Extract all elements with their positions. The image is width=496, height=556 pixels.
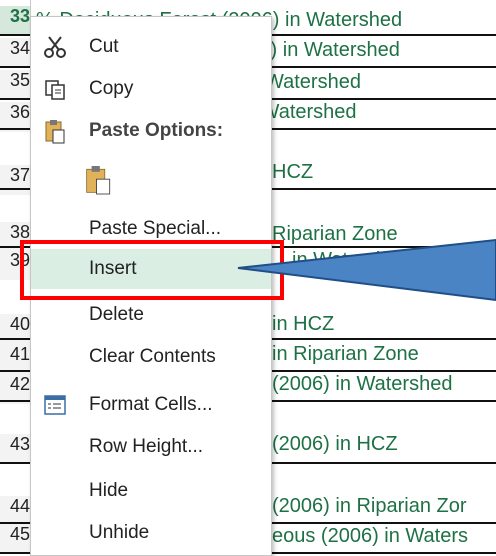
menu-label-paste-options: Paste Options: (89, 120, 224, 141)
row-header-37[interactable]: 37 (0, 165, 30, 195)
cell-row-40[interactable]: in HCZ (272, 312, 496, 336)
cell-row-42[interactable]: (2006) in Watershed (272, 372, 496, 396)
cell-row-38[interactable]: Riparian Zone (272, 222, 496, 246)
row-header-45[interactable]: 45 (0, 524, 30, 554)
insert-highlight-box (20, 240, 284, 300)
cell-row-45[interactable]: eous (2006) in Waters (272, 524, 496, 548)
cell-row-44[interactable]: (2006) in Riparian Zor (272, 494, 496, 518)
format-cells-icon (41, 391, 69, 419)
clipboard-paste-icon (85, 166, 113, 195)
paste-button[interactable] (31, 157, 271, 203)
menu-item-cut[interactable]: Cut (31, 27, 271, 67)
menu-label-format-cells: Format Cells... (89, 394, 213, 415)
cell-row-41[interactable]: in Riparian Zone (272, 342, 496, 366)
menu-item-hide[interactable]: Hide (31, 471, 271, 511)
copy-icon (41, 75, 69, 103)
row-header-43[interactable]: 43 (0, 434, 30, 464)
menu-label-row-height: Row Height... (89, 436, 204, 457)
menu-item-copy[interactable]: Copy (31, 69, 271, 109)
menu-label-hide: Hide (89, 480, 129, 501)
menu-item-unhide[interactable]: Unhide (31, 513, 271, 553)
menu-section-paste-options: Paste Options: (31, 111, 271, 151)
cell-row-39[interactable]: in Watershed (292, 248, 496, 272)
menu-item-clear-contents[interactable]: Clear Contents (31, 337, 271, 377)
clipboard-icon (41, 117, 69, 145)
menu-item-format-cells[interactable]: Format Cells... (31, 385, 271, 425)
row-header-35[interactable]: 35 (0, 70, 30, 100)
menu-label-copy: Copy (89, 78, 134, 99)
menu-label-paste-special: Paste Special... (89, 218, 222, 239)
scissors-icon (41, 33, 69, 61)
menu-label-cut: Cut (89, 36, 119, 57)
menu-label-unhide: Unhide (89, 522, 150, 543)
cell-row-37[interactable]: HCZ (272, 160, 496, 184)
menu-label-delete: Delete (89, 304, 144, 325)
row-header-34[interactable]: 34 (0, 38, 30, 68)
row-header-33[interactable]: 33 (0, 6, 30, 36)
cell-row-43[interactable]: (2006) in HCZ (272, 432, 496, 456)
menu-item-delete[interactable]: Delete (31, 295, 271, 335)
menu-label-clear-contents: Clear Contents (89, 346, 216, 367)
menu-item-row-height[interactable]: Row Height... (31, 427, 271, 467)
